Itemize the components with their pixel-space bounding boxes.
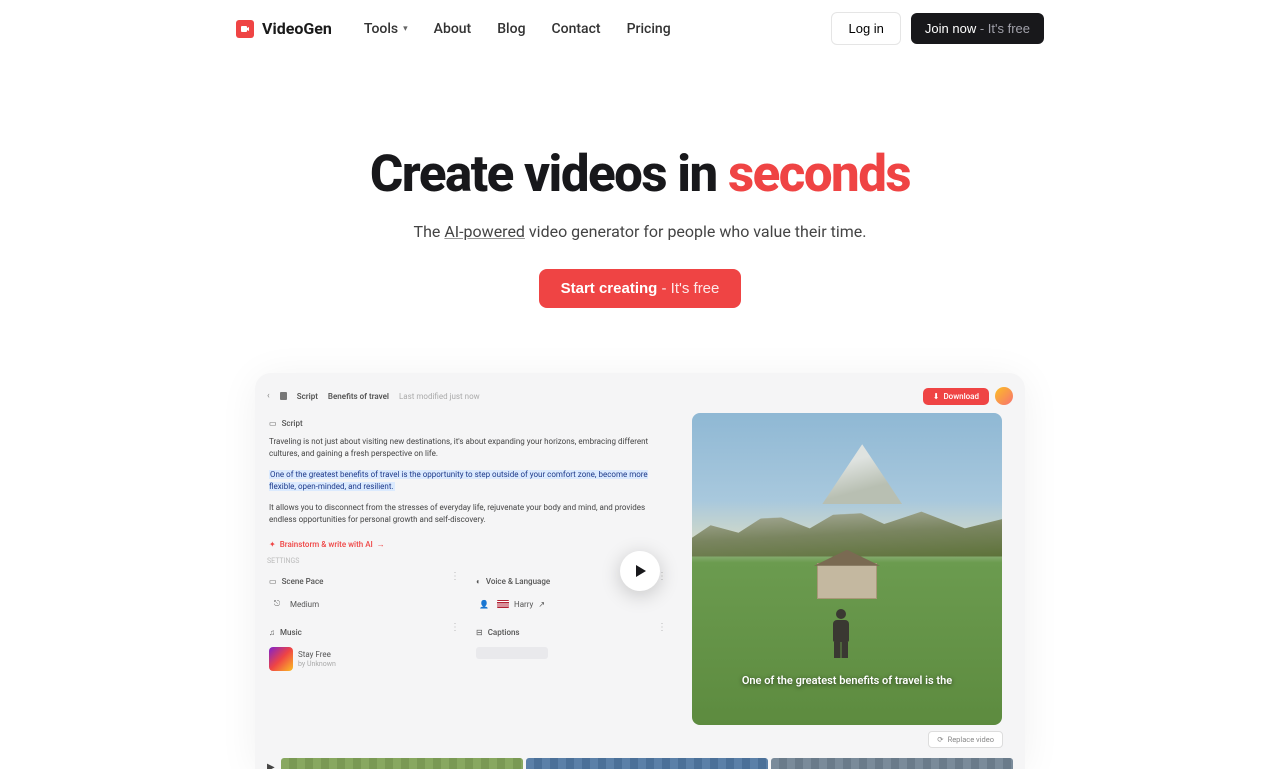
download-label: Download: [943, 392, 979, 401]
captions-label: Captions: [488, 628, 520, 637]
script-p2: One of the greatest benefits of travel i…: [269, 470, 648, 491]
replace-icon: ⟳: [937, 735, 943, 744]
logo-icon: [236, 20, 254, 38]
voice-value: Harry: [514, 600, 533, 609]
arrow-icon: →: [377, 540, 385, 549]
hero-title-accent: seconds: [728, 145, 910, 204]
script-editor[interactable]: Traveling is not just about visiting new…: [267, 434, 671, 536]
voice-label: Voice & Language: [486, 577, 550, 586]
caption-overlay: One of the greatest benefits of travel i…: [717, 674, 977, 689]
person-icon: 👤: [476, 596, 492, 612]
ai-link-label: Brainstorm & write with AI: [280, 540, 373, 549]
download-icon: ⬇: [933, 392, 940, 401]
last-modified: Last modified just now: [399, 392, 480, 401]
hiker: [827, 609, 855, 657]
scene-pace-menu-icon[interactable]: ⋮: [450, 571, 460, 582]
subtitle-post: video generator for people who value the…: [525, 222, 867, 241]
nav-tools[interactable]: Tools ▾: [364, 21, 408, 37]
nav-tools-label: Tools: [364, 21, 398, 37]
script-label: Script: [282, 419, 303, 428]
captions-select[interactable]: [474, 643, 671, 663]
timeline-play-icon[interactable]: ▶: [267, 762, 275, 769]
replace-video-button[interactable]: ⟳ Replace video: [928, 731, 1003, 748]
logo[interactable]: VideoGen: [236, 19, 332, 38]
replace-label: Replace video: [948, 735, 994, 744]
timeline[interactable]: ▶: [263, 752, 1017, 769]
external-icon: ↗: [538, 600, 545, 609]
join-button[interactable]: Join now - It's free: [911, 13, 1044, 44]
nav-pricing[interactable]: Pricing: [627, 21, 671, 37]
timeline-clip[interactable]: [771, 758, 1013, 769]
sparkle-icon: ✦: [269, 540, 276, 549]
avatar[interactable]: [995, 387, 1013, 405]
script-icon: ▭: [269, 419, 277, 428]
script-p3: It allows you to disconnect from the str…: [269, 502, 669, 527]
cta-sub-label: - It's free: [657, 280, 719, 297]
join-sub-label: - It's free: [976, 21, 1030, 36]
music-menu-icon[interactable]: ⋮: [450, 622, 460, 633]
brand-name: VideoGen: [262, 19, 332, 38]
hero-title: Create videos in seconds: [0, 145, 1280, 204]
ai-brainstorm-link[interactable]: ✦ Brainstorm & write with AI →: [267, 536, 671, 553]
download-button[interactable]: ⬇ Download: [923, 388, 989, 405]
music-select[interactable]: Stay Free by Unknown: [267, 643, 464, 675]
breadcrumb-script[interactable]: Script: [297, 392, 318, 401]
pace-meter-icon: ⎋: [269, 596, 285, 612]
nav-about[interactable]: About: [434, 21, 472, 37]
start-creating-button[interactable]: Start creating - It's free: [539, 269, 742, 308]
captions-icon: ⊟: [476, 628, 483, 637]
script-section-head: ▭ Script: [267, 413, 671, 434]
breadcrumb-title[interactable]: Benefits of travel: [328, 392, 389, 401]
script-doc-icon: [280, 392, 287, 400]
music-artist: by Unknown: [298, 660, 336, 668]
captions-menu-icon[interactable]: ⋮: [657, 622, 667, 633]
play-demo-button[interactable]: [620, 551, 660, 591]
nav-contact[interactable]: Contact: [552, 21, 601, 37]
chevron-down-icon: ▾: [403, 24, 408, 34]
login-button[interactable]: Log in: [831, 12, 900, 45]
music-title: Stay Free: [298, 650, 336, 660]
us-flag-icon: [497, 600, 509, 608]
demo-app: ‹ Script Benefits of travel Last modifie…: [255, 373, 1025, 769]
scene-pace-select[interactable]: ⎋ Medium: [267, 592, 464, 616]
subtitle-link[interactable]: AI-powered: [444, 222, 525, 241]
music-icon: ♫: [269, 628, 275, 637]
join-main-label: Join now: [925, 21, 976, 36]
hero-subtitle: The AI-powered video generator for peopl…: [0, 222, 1280, 241]
subtitle-pre: The: [414, 222, 445, 241]
cta-main-label: Start creating: [561, 280, 658, 297]
captions-preview: [476, 647, 548, 659]
video-preview[interactable]: One of the greatest benefits of travel i…: [692, 413, 1002, 725]
hero-title-pre: Create videos in: [370, 145, 728, 204]
hut: [817, 563, 877, 599]
music-thumb: [269, 647, 293, 671]
voice-icon: ◐: [476, 577, 481, 586]
timeline-clip[interactable]: [281, 758, 523, 769]
voice-select[interactable]: 👤 Harry ↗: [474, 592, 671, 616]
back-icon[interactable]: ‹: [267, 391, 270, 401]
nav-blog[interactable]: Blog: [497, 21, 525, 37]
script-p1: Traveling is not just about visiting new…: [269, 436, 669, 461]
scene-pace-icon: ▭: [269, 577, 277, 586]
timeline-clip[interactable]: [526, 758, 768, 769]
mountain-peak: [822, 444, 902, 504]
scene-pace-value: Medium: [290, 600, 319, 609]
scene-pace-label: Scene Pace: [282, 577, 324, 586]
music-label: Music: [280, 628, 302, 637]
settings-sep: SETTINGS: [267, 553, 671, 571]
